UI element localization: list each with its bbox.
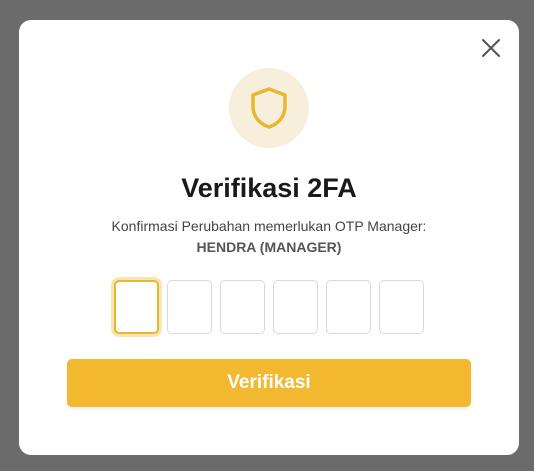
manager-name: HENDRA (MANAGER)	[196, 239, 342, 255]
otp-digit-3[interactable]	[220, 280, 265, 334]
otp-digit-1[interactable]	[114, 280, 159, 334]
close-icon	[482, 39, 500, 57]
otp-digit-4[interactable]	[273, 280, 318, 334]
shield-badge	[229, 68, 309, 148]
verification-dialog: Verifikasi 2FA Konfirmasi Perubahan meme…	[19, 20, 519, 455]
otp-digit-6[interactable]	[379, 280, 424, 334]
dialog-title: Verifikasi 2FA	[181, 173, 357, 203]
shield-icon	[251, 87, 287, 129]
otp-digit-2[interactable]	[167, 280, 212, 334]
verify-button[interactable]: Verifikasi	[67, 359, 471, 407]
otp-digit-5[interactable]	[326, 280, 371, 334]
dialog-subtitle: Konfirmasi Perubahan memerlukan OTP Mana…	[111, 218, 427, 234]
otp-input-group	[114, 280, 424, 334]
close-button[interactable]	[479, 36, 503, 60]
